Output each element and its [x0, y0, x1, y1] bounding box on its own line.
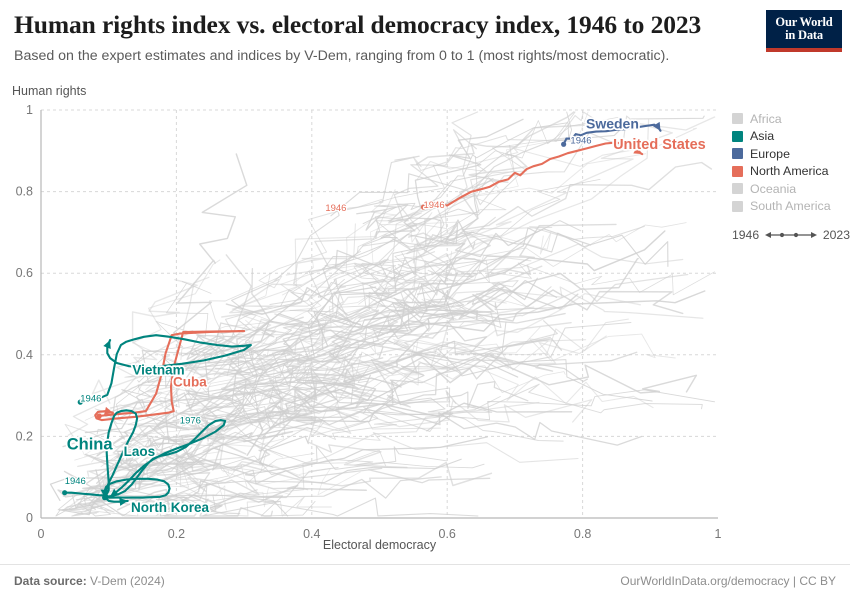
y-tick-label: 0.6 [16, 266, 33, 280]
country-annotation: Sweden [586, 115, 639, 131]
country-annotation: Cuba [173, 375, 207, 390]
chart-plot-area: Human rights Electoral democracy 0 0.2 0.4… [0, 80, 850, 560]
owid-logo-line-2: in Data [785, 28, 823, 42]
x-tick-label: 1 [715, 527, 722, 541]
country-annotation: North Korea [131, 500, 209, 515]
background-trajectory [415, 124, 595, 165]
legend-swatch-icon [732, 165, 743, 177]
legend-item-asia[interactable]: Asia [732, 128, 850, 146]
owid-logo[interactable]: Our World in Data [766, 10, 842, 52]
series-start-marker [96, 413, 102, 419]
time-legend-start: 1946 [732, 228, 760, 242]
data-source-label: Data source: [14, 574, 87, 588]
legend-item-label: Africa [750, 111, 782, 126]
series-start-marker [102, 495, 108, 501]
legend-item-south-america[interactable]: South America [732, 198, 850, 216]
year-annotation: 1946 [570, 135, 591, 146]
background-trajectory [375, 353, 698, 394]
legend-item-label: Europe [750, 146, 790, 161]
legend-item-europe[interactable]: Europe [732, 145, 850, 163]
time-arrow-icon [765, 232, 817, 238]
y-tick-label: 0 [26, 511, 33, 525]
series-start-marker [62, 490, 68, 496]
license-text[interactable]: OurWorldInData.org/democracy | CC BY [620, 574, 836, 588]
country-annotation: United States [613, 137, 706, 153]
x-tick-label: 0.2 [168, 527, 185, 541]
chart-subtitle: Based on the expert estimates and indice… [14, 48, 670, 64]
year-annotation: 1946 [424, 200, 445, 211]
chart-header: Human rights index vs. electoral democra… [0, 0, 850, 72]
y-tick-label: 0.2 [16, 429, 33, 443]
legend-item-label: South America [750, 199, 831, 214]
year-annotation: 1946 [325, 203, 346, 214]
chart-footer: Data source: V-Dem (2024) OurWorldInData… [0, 564, 850, 601]
legend-swatch-icon [732, 148, 743, 160]
y-tick-label: 0.8 [16, 185, 33, 199]
legend-item-label: Oceania [750, 181, 797, 196]
page-title: Human rights index vs. electoral democra… [14, 10, 702, 39]
x-tick-label: 0.8 [574, 527, 591, 541]
scatter-plot-svg[interactable]: 0 0.2 0.4 0.6 0.8 1 0 0.2 0.4 0.6 0.8 1 Sweden United… [0, 80, 850, 560]
x-tick-label: 0 [38, 527, 45, 541]
legend-item-oceania[interactable]: Oceania [732, 180, 850, 198]
legend-item-north-america[interactable]: North America [732, 163, 850, 181]
legend-swatch-icon [732, 200, 743, 212]
y-tick-label: 0.4 [16, 348, 33, 362]
legend-swatch-icon [732, 183, 743, 195]
legend-item-label: North America [750, 164, 829, 179]
time-legend-end: 2023 [822, 228, 850, 242]
series-start-marker [561, 141, 567, 147]
year-annotation: 1976 [180, 415, 201, 426]
legend-swatch-icon [732, 130, 743, 142]
legend-item-label: Asia [750, 129, 775, 144]
time-scale-legend: 1946 2023 [732, 228, 850, 242]
country-annotation: China [67, 435, 114, 453]
country-annotation: Laos [124, 444, 156, 459]
series-united-states[interactable] [420, 141, 644, 210]
data-source: Data source: V-Dem (2024) [14, 574, 165, 588]
x-tick-label: 0.6 [439, 527, 456, 541]
legend-swatch-icon [732, 113, 743, 125]
x-tick-label: 0.4 [303, 527, 320, 541]
y-tick-label: 1 [26, 103, 33, 117]
series-end-arrow-icon [103, 340, 111, 350]
year-annotation: 1946 [80, 394, 101, 405]
legend-item-africa[interactable]: Africa [732, 110, 850, 128]
data-source-value: V-Dem (2024) [90, 574, 165, 588]
year-annotation: 1946 [65, 476, 86, 487]
continent-legend: Africa Asia Europe North America Oceania Sout… [732, 110, 850, 215]
background-trajectory [392, 360, 654, 409]
